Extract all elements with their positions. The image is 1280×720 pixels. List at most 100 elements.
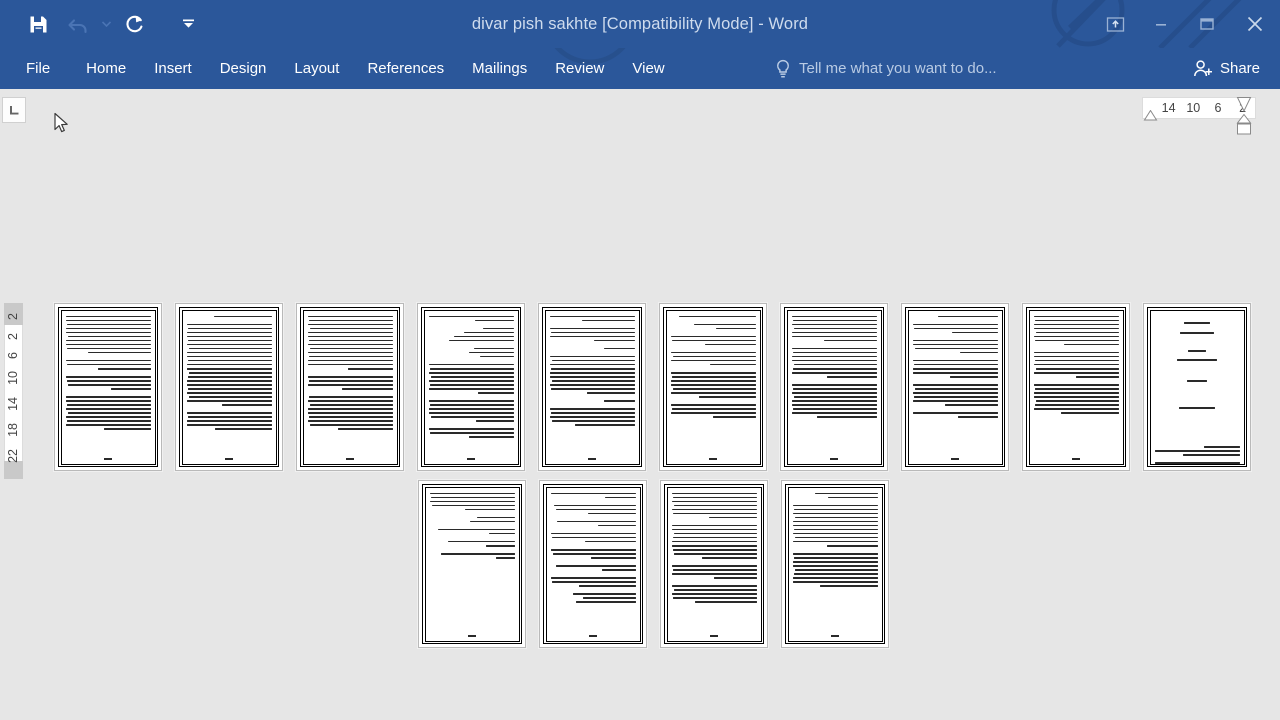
page-thumbnail[interactable]: [539, 480, 647, 648]
page-number-mark: [546, 457, 639, 460]
page-number-mark: [1030, 457, 1123, 460]
page-border: [421, 307, 521, 467]
page-thumbnail[interactable]: [901, 303, 1009, 471]
page-text-area: [302, 309, 398, 465]
tab-design[interactable]: Design: [206, 48, 281, 89]
window-title: divar pish sakhte [Compatibility Mode] -…: [471, 14, 809, 33]
ribbon-tab-bar: File Home Insert Design Layout Reference…: [0, 48, 1280, 89]
ruler-tick: 10: [1186, 101, 1201, 115]
word-window: divar pish sakhte [Compatibility Mode] -…: [0, 0, 1280, 720]
close-button[interactable]: [1230, 0, 1280, 48]
page-thumbnail[interactable]: [659, 303, 767, 471]
tell-me-search[interactable]: Tell me what you want to do...: [775, 48, 997, 89]
page-thumbnail[interactable]: [1022, 303, 1130, 471]
minimize-button[interactable]: [1138, 0, 1184, 48]
page-row: [54, 303, 1264, 471]
page-border: [422, 484, 522, 644]
close-icon: [1247, 16, 1263, 32]
left-indent-marker[interactable]: [1143, 110, 1158, 121]
page-number-mark: [62, 457, 155, 460]
page-border: [784, 307, 884, 467]
page-thumbnail[interactable]: [54, 303, 162, 471]
page-text-area: [181, 309, 277, 465]
ribbon-display-options-icon: [1106, 16, 1124, 32]
window-controls: [1092, 0, 1280, 48]
mouse-pointer: [54, 112, 68, 133]
ruler-tick: 2: [6, 333, 21, 341]
lightbulb-icon: [777, 59, 789, 77]
tab-insert[interactable]: Insert: [140, 48, 206, 89]
page-text-area: [907, 309, 1003, 465]
page-number-mark: [788, 457, 881, 460]
page-text-area: [544, 309, 640, 465]
minimize-icon: [1156, 24, 1166, 26]
page-number-mark: [547, 634, 640, 637]
tell-me-placeholder: Tell me what you want to do...: [799, 60, 997, 77]
ribbon-display-options-button[interactable]: [1092, 0, 1138, 48]
page-text-area: [545, 486, 641, 642]
page-number-mark: [425, 457, 518, 460]
page-number-mark: [183, 457, 276, 460]
page-border: [785, 484, 885, 644]
page-thumbnail[interactable]: [175, 303, 283, 471]
tab-file[interactable]: File: [0, 48, 72, 89]
restore-button[interactable]: [1184, 0, 1230, 48]
tab-home[interactable]: Home: [72, 48, 140, 89]
page-number-mark: [667, 457, 760, 460]
tab-references[interactable]: References: [353, 48, 458, 89]
page-thumbnail[interactable]: [660, 480, 768, 648]
page-text-area: [424, 486, 520, 642]
tab-layout[interactable]: Layout: [280, 48, 353, 89]
page-text-area: [786, 309, 882, 465]
page-thumbnail[interactable]: [296, 303, 404, 471]
page-thumbnails: [54, 303, 1264, 648]
page-number-mark: [668, 634, 761, 637]
page-border: [1147, 307, 1247, 467]
ruler-tick: 6: [6, 352, 21, 360]
page-border: [179, 307, 279, 467]
title-bar: divar pish sakhte [Compatibility Mode] -…: [0, 0, 1280, 48]
tab-review[interactable]: Review: [541, 48, 618, 89]
ruler-tick: 14: [6, 397, 21, 412]
page-border: [300, 307, 400, 467]
page-text-area: [60, 309, 156, 465]
page-text-area: [1028, 309, 1124, 465]
page-border: [542, 307, 642, 467]
page-row: [54, 480, 1264, 648]
page-border: [664, 484, 764, 644]
page-thumbnail[interactable]: [418, 480, 526, 648]
ruler-tick: 10: [6, 371, 21, 386]
hanging-indent-marker[interactable]: [1236, 114, 1252, 136]
page-number-mark: [304, 457, 397, 460]
left-tab-icon: [9, 105, 18, 114]
tab-mailings[interactable]: Mailings: [458, 48, 541, 89]
page-thumbnail-title-page[interactable]: [1143, 303, 1251, 471]
ruler-tick: 2: [6, 312, 21, 320]
page-text-area: [423, 309, 519, 465]
tab-stop-selector[interactable]: [2, 97, 26, 123]
page-text-area: [787, 486, 883, 642]
ruler-tick: 14: [1161, 101, 1176, 115]
page-text-area: [665, 309, 761, 465]
page-border: [543, 484, 643, 644]
page-thumbnail[interactable]: [417, 303, 525, 471]
ribbon-tabs: File Home Insert Design Layout Reference…: [0, 48, 679, 89]
vertical-ruler-ticks: 22 18 14 10 6 2 2: [4, 303, 23, 479]
ruler-tick: 6: [1214, 101, 1222, 115]
page-number-mark: [426, 634, 519, 637]
share-button[interactable]: Share: [1183, 52, 1270, 85]
ruler-tick: 22: [6, 449, 21, 463]
page-number-mark: [789, 634, 882, 637]
page-thumbnail[interactable]: [780, 303, 888, 471]
page-border: [58, 307, 158, 467]
page-text-area: [666, 486, 762, 642]
tab-view[interactable]: View: [618, 48, 678, 89]
page-text-area: [1149, 309, 1245, 465]
document-canvas[interactable]: [26, 89, 1280, 720]
page-thumbnail[interactable]: [538, 303, 646, 471]
page-border: [663, 307, 763, 467]
page-thumbnail[interactable]: [781, 480, 889, 648]
page-border: [905, 307, 1005, 467]
first-line-indent-marker[interactable]: [1236, 96, 1252, 113]
share-person-icon: [1194, 59, 1212, 76]
